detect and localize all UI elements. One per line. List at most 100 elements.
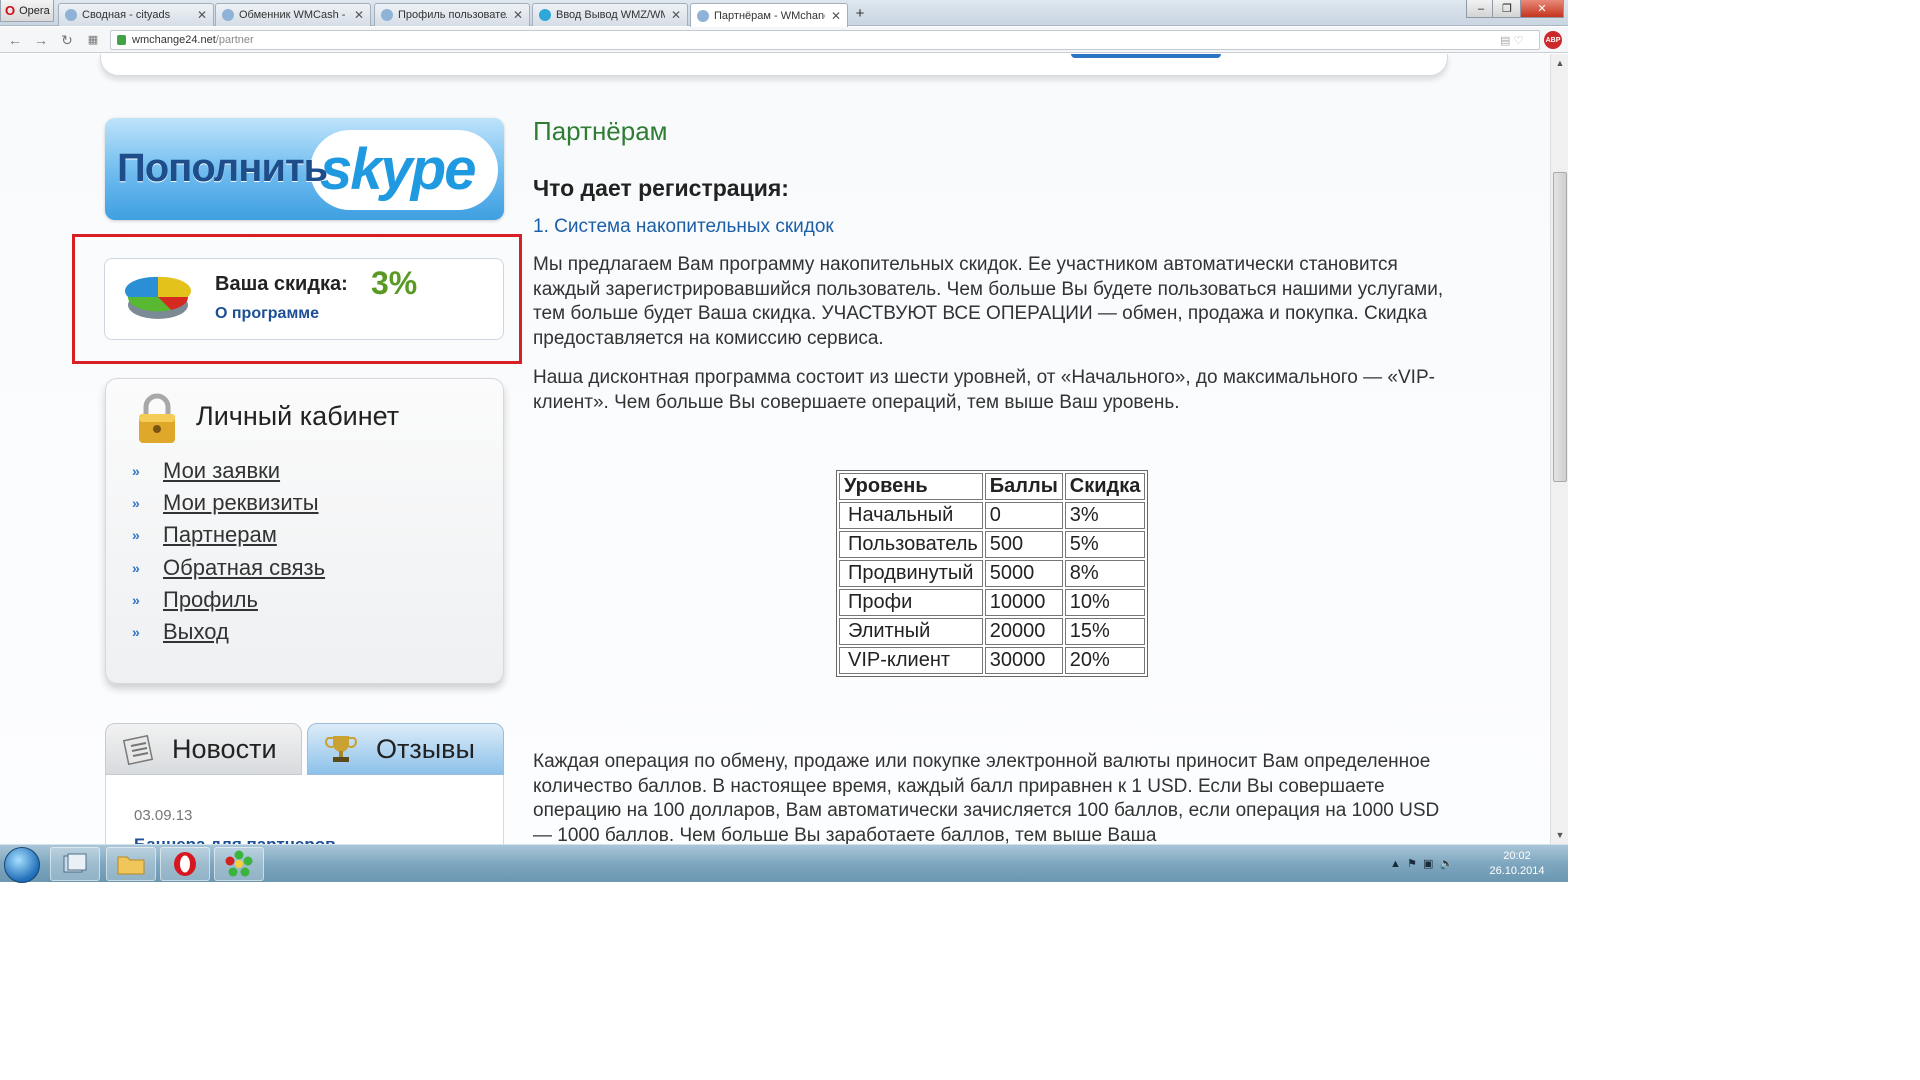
profile-link[interactable]: Профиль xyxy=(163,587,258,613)
discount-cell: 5% xyxy=(1064,531,1146,558)
window-switch-icon xyxy=(63,853,87,873)
cabinet-menu-item: » Обратная связь xyxy=(132,552,325,584)
browser-tab-label: Партнёрам - WMchange2 xyxy=(714,9,825,22)
table-header-row: Уровень Баллы Скидка xyxy=(839,473,1146,500)
feedback-link[interactable]: Обратная связь xyxy=(163,555,325,581)
logout-link[interactable]: Выход xyxy=(163,619,229,645)
double-chevron-icon: » xyxy=(132,527,140,544)
scrollbar-thumb[interactable] xyxy=(1553,172,1567,482)
tab-favicon-icon xyxy=(65,9,77,21)
paragraph-levels: Наша дисконтная программа состоит из шес… xyxy=(533,367,1435,413)
adblock-icon[interactable]: ABP xyxy=(1544,31,1562,49)
forward-arrow-icon[interactable]: → xyxy=(32,31,50,49)
bookmark-heart-icon[interactable]: ▤ ♡ xyxy=(1500,34,1523,47)
tab-loading-icon xyxy=(697,9,709,22)
maximize-window-icon[interactable]: ❐ xyxy=(1492,0,1522,18)
level-cell: Начальный xyxy=(839,502,983,529)
taskbar-opera-button[interactable] xyxy=(160,847,210,881)
tab-close-icon[interactable]: ✕ xyxy=(354,8,364,22)
scroll-up-arrow-icon[interactable]: ▲ xyxy=(1554,58,1566,68)
header-level: Уровень xyxy=(839,473,983,500)
my-orders-link[interactable]: Мои заявки xyxy=(163,458,280,484)
browser-tab[interactable]: Обменник WMCash - онл ✕ xyxy=(215,3,371,26)
level-cell: Профи xyxy=(839,589,983,616)
double-chevron-icon: » xyxy=(132,624,140,641)
points-cell: 30000 xyxy=(984,647,1063,674)
back-arrow-icon[interactable]: ← xyxy=(6,31,24,49)
skype-topup-banner[interactable]: Пополнить skype xyxy=(105,118,504,220)
tab-close-icon[interactable]: ✕ xyxy=(831,9,841,23)
system-tray-icons[interactable]: ▲ ⚑ ▣ 🔈 xyxy=(1390,857,1453,870)
double-chevron-icon: » xyxy=(132,463,140,480)
tab-news[interactable]: Новости xyxy=(105,723,302,775)
skype-banner-text: Пополнить xyxy=(117,146,328,190)
tab-reviews[interactable]: Отзывы xyxy=(307,723,504,775)
header-panel-bottom xyxy=(100,54,1448,76)
table-row: Элитный 20000 15% xyxy=(839,618,1146,645)
news-date: 03.09.13 xyxy=(134,807,193,824)
table-row: Профи 10000 10% xyxy=(839,589,1146,616)
reload-icon[interactable]: ↻ xyxy=(58,31,76,49)
taskbar-icq-button[interactable] xyxy=(214,847,264,881)
double-chevron-icon: » xyxy=(132,591,140,608)
vertical-scrollbar[interactable]: ▲ ▼ xyxy=(1550,54,1568,844)
close-window-icon[interactable]: ✕ xyxy=(1520,0,1564,18)
levels-table-wrapper: Уровень Баллы Скидка Начальный 0 3% Пользо… xyxy=(836,470,1149,677)
pie-chart-icon xyxy=(125,276,191,319)
subsection-heading: 1. Система накопительных скидок xyxy=(533,216,834,237)
trophy-icon xyxy=(325,736,357,762)
levels-table: Уровень Баллы Скидка Начальный 0 3% Пользо… xyxy=(836,470,1149,677)
tab-close-icon[interactable]: ✕ xyxy=(671,8,681,22)
clock-date: 26.10.2014 xyxy=(1489,865,1545,877)
page-title: Партнёрам xyxy=(533,116,668,146)
browser-tab-bar: O Opera Сводная - cityads ✕ Обменник WMC… xyxy=(0,0,1568,27)
browser-tab[interactable]: Профиль пользователя - ✕ xyxy=(374,3,530,26)
my-requisites-link[interactable]: Мои реквизиты xyxy=(163,490,319,516)
points-cell: 0 xyxy=(984,502,1063,529)
cabinet-menu: » Мои заявки » Мои реквизиты » Партнерам » О… xyxy=(132,455,325,648)
discount-cell: 10% xyxy=(1064,589,1146,616)
news-panel: 03.09.13 Баннера для партнеров xyxy=(105,775,504,844)
taskbar-folder-button[interactable] xyxy=(106,847,156,881)
security-lock-icon xyxy=(117,35,126,45)
opera-icon xyxy=(174,852,196,876)
windows-start-button[interactable] xyxy=(4,847,40,883)
discount-label: Ваша скидка: xyxy=(215,273,348,295)
double-chevron-icon: » xyxy=(132,559,140,576)
clock-time: 20:02 xyxy=(1503,850,1531,862)
browser-tab[interactable]: Сводная - cityads ✕ xyxy=(58,3,214,26)
browser-tab-active[interactable]: Партнёрам - WMchange2 ✕ xyxy=(690,3,848,27)
taskbar-clock[interactable]: 20:02 26.10.2014 xyxy=(1486,849,1548,879)
table-row: VIP-клиент 30000 20% xyxy=(839,647,1146,674)
partners-link[interactable]: Партнерам xyxy=(163,522,277,548)
paragraph-points: Каждая операция по обмену, продаже или п… xyxy=(533,751,1440,844)
tab-close-icon[interactable]: ✕ xyxy=(197,8,207,22)
points-cell: 10000 xyxy=(984,589,1063,616)
folder-icon xyxy=(117,856,145,875)
discount-cell: 8% xyxy=(1064,560,1146,587)
opera-menu-button[interactable]: O Opera xyxy=(0,0,54,22)
about-program-link[interactable]: О программе xyxy=(215,305,319,323)
scroll-down-arrow-icon[interactable]: ▼ xyxy=(1554,830,1566,840)
header-button-edge xyxy=(1071,54,1221,58)
tab-close-icon[interactable]: ✕ xyxy=(513,8,523,22)
url-input[interactable]: wmchange24.net/partner xyxy=(110,30,1540,50)
points-cell: 5000 xyxy=(984,560,1063,587)
taskbar-explorer-button[interactable] xyxy=(50,847,100,881)
level-cell: VIP-клиент xyxy=(839,647,983,674)
address-bar: ← → ↻ ▦ wmchange24.net/partner ▤ ♡ ABP xyxy=(0,27,1568,53)
tab-loading-icon xyxy=(381,9,393,21)
browser-tab-label: Обменник WMCash - онл xyxy=(239,9,348,21)
discount-panel: Ваша скидка: 3% О программе xyxy=(104,258,504,340)
speed-dial-grid-icon[interactable]: ▦ xyxy=(84,31,102,49)
tab-favicon-icon xyxy=(539,9,551,21)
main-content: Партнёрам Что дает регистрация: 1. Систе… xyxy=(533,114,1453,844)
points-cell: 20000 xyxy=(984,618,1063,645)
news-title-link[interactable]: Баннера для партнеров xyxy=(134,835,336,844)
browser-tab[interactable]: Ввод Вывод WMZ/WMR/Р ✕ xyxy=(532,3,688,26)
new-tab-icon[interactable]: + xyxy=(852,6,868,22)
points-cell: 500 xyxy=(984,531,1063,558)
cabinet-menu-item: » Партнерам xyxy=(132,519,325,551)
double-chevron-icon: » xyxy=(132,495,140,512)
tab-reviews-label: Отзывы xyxy=(376,734,475,764)
